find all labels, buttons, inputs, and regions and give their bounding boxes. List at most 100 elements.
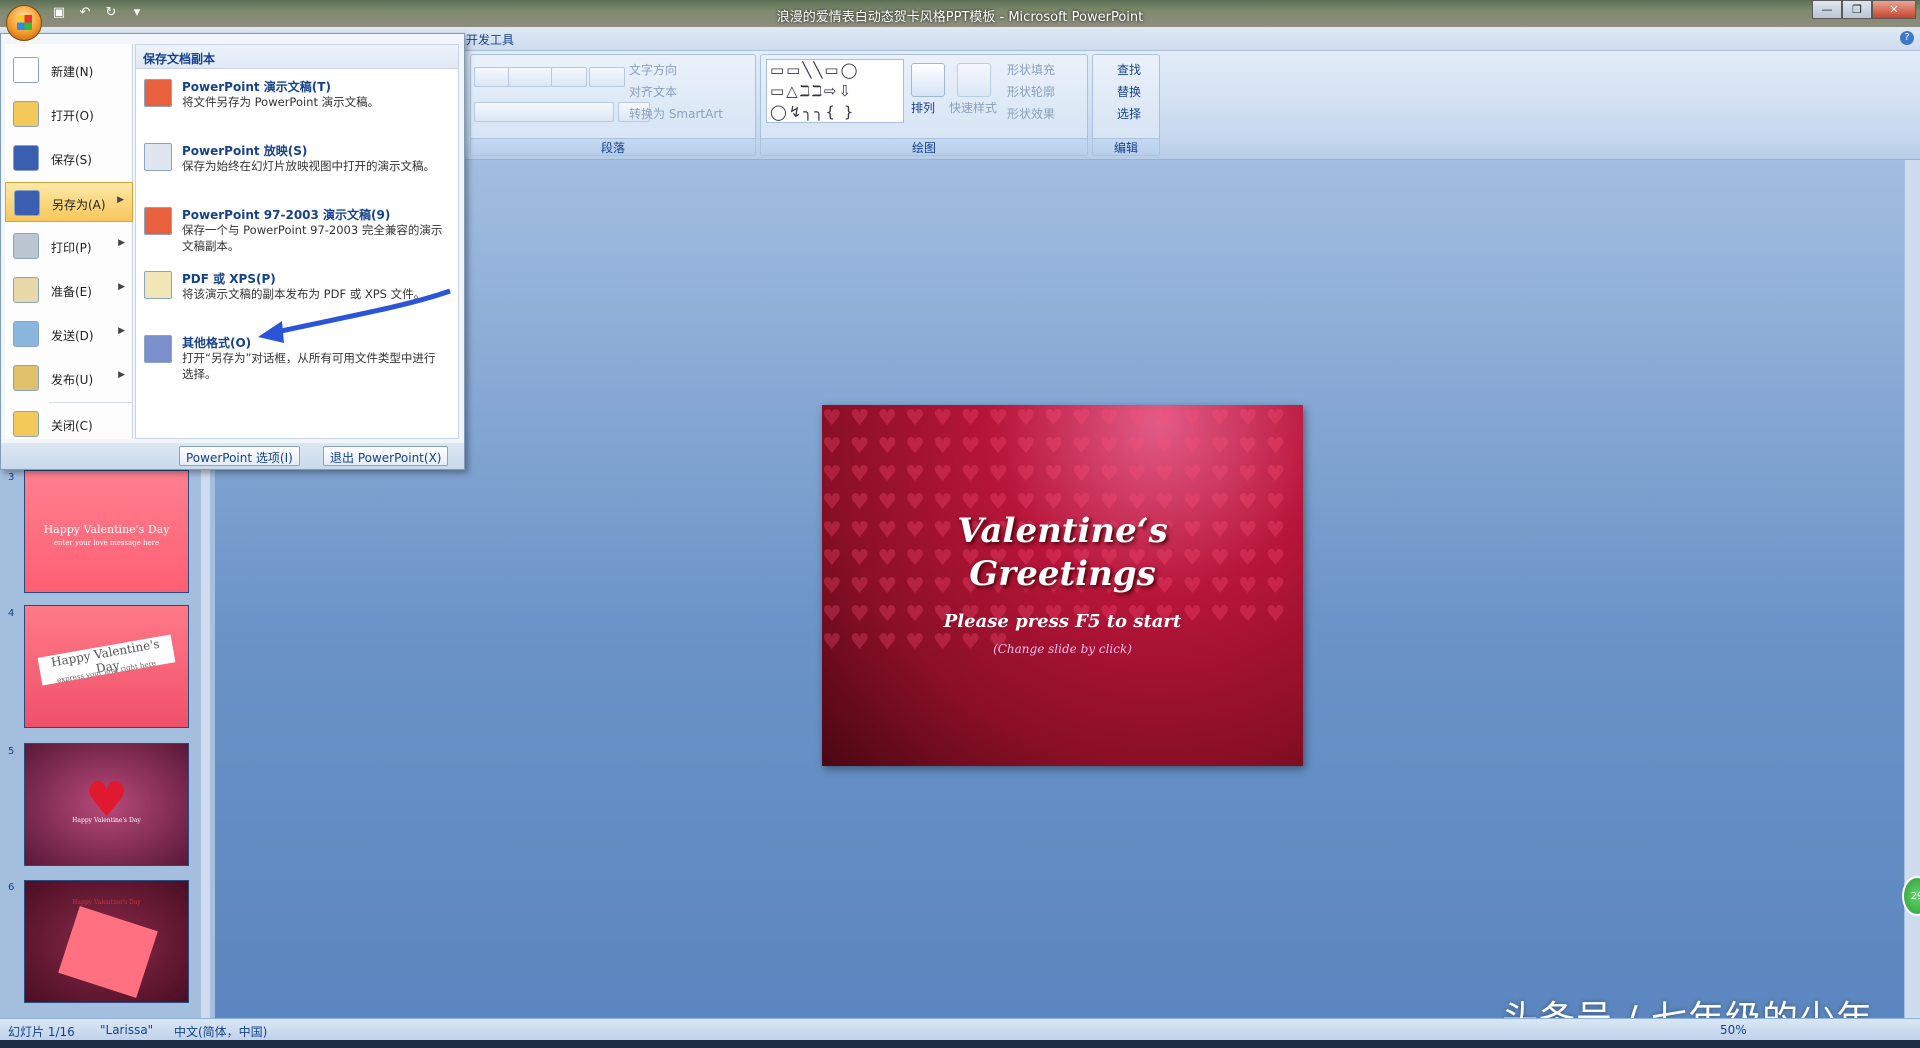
shape-effects-label[interactable]: 形状效果	[1007, 105, 1055, 122]
save-as-icon	[14, 190, 40, 216]
menu-item-open[interactable]: 打开(O)	[5, 94, 133, 134]
slideshow-file-icon	[144, 143, 172, 171]
pptx-file-icon	[144, 79, 172, 107]
open-folder-icon	[13, 101, 39, 127]
new-doc-icon	[13, 57, 39, 83]
editing-group: 查找 替换 选择 编辑	[1092, 54, 1160, 156]
submenu-arrow-icon: ▶	[118, 370, 125, 380]
printer-icon	[13, 233, 39, 259]
menu-item-label: 新建(N)	[51, 65, 94, 79]
tab-developer-tools[interactable]: 开发工具	[466, 31, 514, 48]
office-button[interactable]	[6, 5, 42, 41]
language-status[interactable]: 中文(简体，中国)	[174, 1023, 267, 1040]
annotation-arrow-icon	[258, 288, 451, 343]
select-button[interactable]: 选择	[1117, 105, 1141, 122]
arrange-icon[interactable]	[911, 63, 945, 97]
menu-item-close[interactable]: 关闭(C)	[5, 404, 133, 444]
menu-item-save-as[interactable]: 另存为(A) ▶	[5, 182, 133, 222]
editing-group-label: 编辑	[1093, 138, 1159, 155]
slide-thumbnail[interactable]: Happy Valentine's Day express your love …	[24, 605, 189, 728]
submenu-arrow-icon: ▶	[118, 326, 125, 336]
align-text-label[interactable]: 对齐文本	[629, 83, 677, 100]
line-spacing-button[interactable]	[589, 67, 625, 87]
slide-number: 4	[8, 608, 15, 619]
decrease-indent-button[interactable]	[551, 67, 587, 87]
close-button[interactable]: ✕	[1872, 0, 1916, 19]
close-folder-icon	[13, 411, 39, 437]
slide-title-line2: Greetings	[969, 554, 1156, 594]
menu-item-prepare[interactable]: 准备(E) ▶	[5, 270, 133, 310]
numbering-button[interactable]	[508, 67, 552, 87]
title-bar: ▣ ↶ ↻ ▾ 浪漫的爱情表白动态贺卡风格PPT模板 - Microsoft P…	[0, 0, 1920, 27]
menu-item-save[interactable]: 保存(S)	[5, 138, 133, 178]
menu-item-send[interactable]: 发送(D) ▶	[5, 314, 133, 354]
menu-item-label: 保存(S)	[51, 153, 92, 167]
slide-thumbnail[interactable]: Happy Valentine's Day enter your love me…	[24, 470, 189, 593]
slide-title-line1: Valentine‘s	[957, 511, 1168, 551]
slide-thumbnail[interactable]: ♥ Happy Valentine's Day	[24, 743, 189, 866]
submenu-arrow-icon: ▶	[118, 238, 125, 248]
menu-item-label: 发布(U)	[51, 373, 94, 387]
option-title: PowerPoint 放映(S)	[182, 144, 308, 158]
os-taskbar	[0, 1040, 1920, 1048]
save-option-slideshow[interactable]: PowerPoint 放映(S) 保存为始终在幻灯片放映视图中打开的演示文稿。	[136, 137, 458, 199]
menu-item-new[interactable]: 新建(N)	[5, 50, 133, 90]
quick-styles-icon[interactable]	[957, 63, 991, 97]
save-disk-icon	[13, 145, 39, 171]
slide-number: 3	[8, 472, 15, 483]
exit-powerpoint-button[interactable]: 退出 PowerPoint(X)	[323, 446, 449, 466]
submenu-arrow-icon: ▶	[117, 195, 124, 205]
office-menu-footer: PowerPoint 选项(I) 退出 PowerPoint(X)	[1, 443, 464, 469]
shape-fill-label[interactable]: 形状填充	[1007, 61, 1055, 78]
align-buttons[interactable]	[474, 102, 614, 122]
menu-separator	[49, 402, 133, 403]
slide-number: 5	[8, 746, 15, 757]
office-menu: 新建(N) 打开(O) 保存(S) 另存为(A) ▶ 打印(P) ▶ 准备(E)…	[0, 33, 465, 470]
minimize-button[interactable]: —	[1812, 0, 1842, 19]
prepare-icon	[13, 277, 39, 303]
status-bar: 幻灯片 1/16 "Larissa" 中文(简体，中国) 50%	[0, 1018, 1920, 1040]
current-slide[interactable]: ♥♥♥♥♥♥♥♥♥♥♥♥♥♥♥♥♥♥♥♥♥♥♥♥♥♥♥♥♥♥♥♥♥♥♥♥♥♥♥♥…	[822, 405, 1303, 766]
publish-icon	[13, 365, 39, 391]
option-title: PDF 或 XPS(P)	[182, 272, 276, 286]
option-title: 其他格式(O)	[182, 336, 252, 350]
convert-smartart-label[interactable]: 转换为 SmartArt	[629, 105, 723, 122]
menu-item-label: 打开(O)	[51, 109, 94, 123]
option-title: PowerPoint 97-2003 演示文稿(9)	[182, 208, 391, 222]
window-title: 浪漫的爱情表白动态贺卡风格PPT模板 - Microsoft PowerPoin…	[776, 10, 1144, 25]
paragraph-group-label: 段落	[471, 138, 755, 155]
send-icon	[13, 321, 39, 347]
menu-item-label: 准备(E)	[51, 285, 92, 299]
text-direction-label[interactable]: 文字方向	[629, 61, 677, 78]
ppt97-file-icon	[144, 207, 172, 235]
save-option-ppt97[interactable]: PowerPoint 97-2003 演示文稿(9) 保存一个与 PowerPo…	[136, 201, 458, 263]
menu-item-label: 关闭(C)	[51, 419, 93, 433]
menu-item-label: 发送(D)	[51, 329, 94, 343]
slide-note: (Change slide by click)	[993, 642, 1132, 656]
office-menu-commands: 新建(N) 打开(O) 保存(S) 另存为(A) ▶ 打印(P) ▶ 准备(E)…	[5, 44, 133, 439]
slide-counter: 幻灯片 1/16	[8, 1025, 75, 1039]
paragraph-group: 文字方向 对齐文本 转换为 SmartArt 段落	[470, 54, 756, 156]
pdf-file-icon	[144, 271, 172, 299]
shapes-gallery[interactable]: ▭▭╲╲▭◯ ▭△ℶℶ⇨⇩ ◯↯╮╮{ }	[766, 59, 904, 123]
find-button[interactable]: 查找	[1117, 61, 1141, 78]
thumbnail-title: Happy Valentine's Day	[72, 817, 141, 824]
option-description: 保存一个与 PowerPoint 97-2003 完全兼容的演示文稿副本。	[182, 223, 443, 253]
menu-item-print[interactable]: 打印(P) ▶	[5, 226, 133, 266]
slide-instruction: Please press F5 to start	[943, 611, 1182, 632]
slide-thumbnail[interactable]: Happy Valentine's Day	[24, 880, 189, 1003]
quick-styles-label[interactable]: 快速样式	[949, 99, 997, 116]
menu-item-label: 打印(P)	[51, 241, 92, 255]
theme-name: "Larissa"	[100, 1023, 154, 1037]
arrange-label[interactable]: 排列	[911, 99, 935, 116]
save-option-pptx[interactable]: PowerPoint 演示文稿(T) 将文件另存为 PowerPoint 演示文…	[136, 73, 458, 135]
maximize-button[interactable]: ❐	[1842, 0, 1872, 19]
thumbnail-title: Happy Valentine's Day	[72, 899, 141, 906]
help-icon[interactable]: ?	[1900, 31, 1914, 45]
menu-item-label: 另存为(A)	[52, 198, 106, 212]
replace-button[interactable]: 替换	[1117, 83, 1141, 100]
shape-outline-label[interactable]: 形状轮廓	[1007, 83, 1055, 100]
powerpoint-options-button[interactable]: PowerPoint 选项(I)	[179, 446, 300, 466]
menu-item-publish[interactable]: 发布(U) ▶	[5, 358, 133, 398]
zoom-level[interactable]: 50%	[1720, 1023, 1747, 1037]
